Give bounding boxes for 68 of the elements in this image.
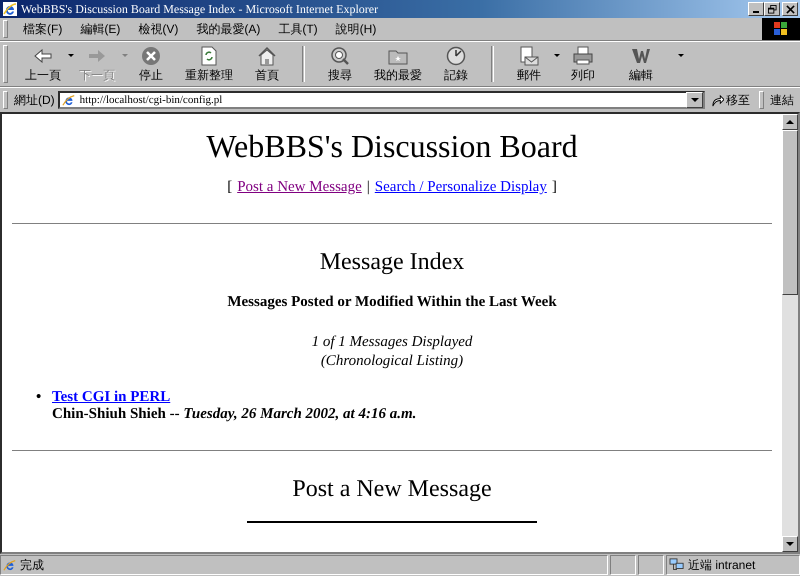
home-icon — [257, 46, 277, 66]
browser-icon — [2, 1, 18, 17]
bracket: [ — [227, 179, 232, 196]
scroll-thumb[interactable] — [782, 130, 798, 295]
minimize-icon — [753, 11, 759, 13]
close-icon — [786, 4, 794, 14]
caret-icon — [690, 98, 698, 102]
menu-item[interactable]: 工具(T) — [269, 20, 327, 38]
caret-icon[interactable] — [678, 54, 684, 57]
status-text: 完成 — [20, 556, 44, 574]
restore-button[interactable] — [764, 2, 780, 16]
printer-icon — [573, 46, 593, 66]
go-button[interactable]: 移至 — [705, 92, 756, 108]
window-title: WebBBS's Discussion Board Message Index - Microsoft Internet Explorer — [21, 2, 380, 16]
section-heading: Message Index — [318, 249, 466, 276]
down-arrow-icon — [786, 542, 794, 546]
go-arrow-icon — [711, 94, 724, 106]
clock-icon — [446, 46, 466, 66]
dropdown-button[interactable] — [686, 92, 703, 108]
caret-icon[interactable] — [68, 54, 74, 57]
network-icon — [669, 558, 685, 572]
menu-item[interactable]: 檢視(V) — [129, 20, 188, 38]
section-heading: Post a New Message — [291, 476, 493, 503]
toolbar-button[interactable]: 重新整理 — [180, 44, 238, 84]
menu-item[interactable]: 我的最愛(A) — [187, 20, 270, 38]
link-separator: | — [366, 179, 370, 196]
page-title: WebBBS's Discussion Board — [205, 128, 579, 165]
toolbar-button[interactable]: 編輯 — [612, 44, 670, 84]
forward-arrow-icon — [87, 48, 107, 64]
message-count: 1 of 1 Messages Displayed — [310, 333, 474, 352]
restore-icon — [768, 4, 776, 14]
dash: -- — [170, 406, 180, 422]
search-icon — [330, 46, 350, 66]
page-icon — [3, 558, 17, 572]
edit-icon — [631, 47, 651, 65]
links-button[interactable]: 連結 — [770, 92, 800, 108]
scrollbar[interactable] — [782, 114, 798, 552]
mail-icon — [519, 46, 539, 66]
toolbar-button[interactable]: 記錄 — [427, 44, 485, 84]
subheading: Messages Posted or Modified Within the Last Week — [226, 294, 558, 311]
close-button[interactable] — [782, 2, 798, 16]
nav-link[interactable]: Post a New Message — [237, 179, 362, 196]
message-author: Chin-Shiuh Shieh — [52, 406, 166, 422]
bullet: • — [36, 389, 42, 406]
toolbar-button[interactable]: 我的最愛 — [369, 44, 427, 84]
message-date: Tuesday, 26 March 2002, at 4:16 a.m. — [183, 406, 416, 422]
minimize-button[interactable] — [748, 2, 764, 16]
stop-icon — [141, 46, 161, 66]
listing-order: (Chronological Listing) — [320, 352, 464, 371]
bracket: ] — [552, 179, 557, 196]
page-icon — [62, 93, 76, 107]
menu-item[interactable]: 說明(H) — [326, 20, 386, 38]
scroll-up-button[interactable] — [782, 114, 798, 130]
up-arrow-icon — [786, 120, 794, 124]
address-label: 網址(D) — [14, 92, 55, 108]
refresh-icon — [200, 46, 218, 66]
toolbar-button[interactable]: 搜尋 — [311, 44, 369, 84]
nav-link[interactable]: Search / Personalize Display — [374, 179, 547, 196]
zone-text: 近端 intranet — [688, 556, 756, 574]
caret-icon[interactable] — [554, 54, 560, 57]
windows-logo — [762, 18, 800, 40]
menu-item[interactable]: 檔案(F) — [14, 20, 72, 38]
back-arrow-icon — [33, 48, 53, 64]
address-field[interactable]: http://localhost/cgi-bin/config.pl — [58, 91, 705, 109]
toolbar-button[interactable]: 首頁 — [238, 44, 296, 84]
scroll-down-button[interactable] — [782, 536, 798, 552]
message-link[interactable]: Test CGI in PERL — [52, 389, 170, 405]
menu-item[interactable]: 編輯(E) — [71, 20, 130, 38]
